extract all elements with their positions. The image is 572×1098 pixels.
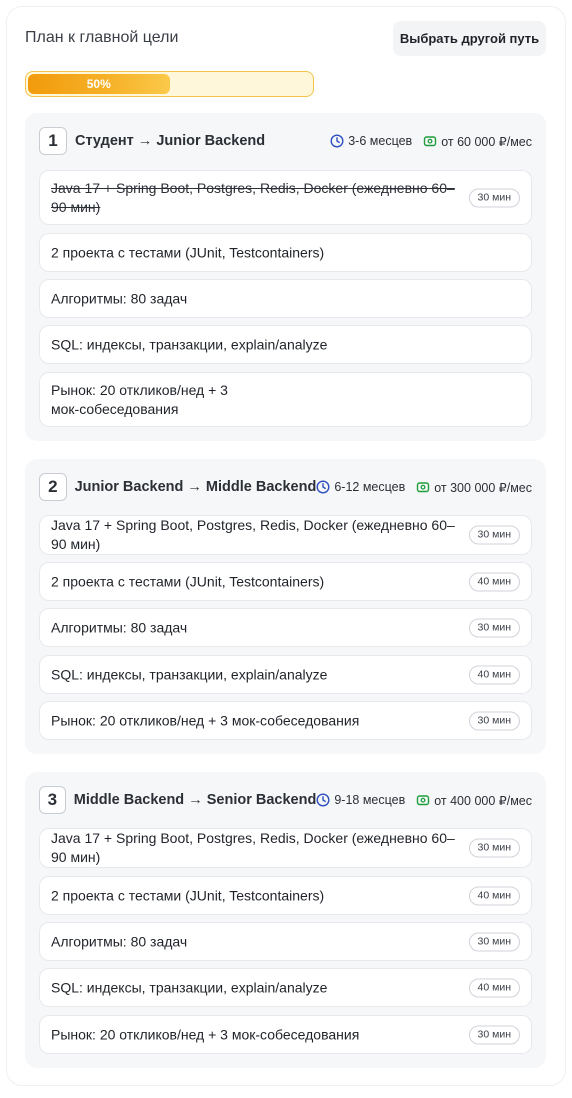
stage-title: Junior Backend → Middle Backend: [74, 479, 317, 495]
task-time-badge: 40 мин: [468, 978, 520, 997]
task-text: Java 17 + Spring Boot, Postgres, Redis, …: [51, 830, 455, 865]
choose-other-path-button[interactable]: Выбрать другой путь: [393, 21, 546, 56]
clock-icon: [316, 793, 330, 807]
stage-salary: от 400 000 ₽/мес: [434, 793, 532, 808]
stage-header: 1 Студент → Junior Backend 3-6 месцев от…: [39, 127, 532, 155]
task-text: Рынок: 20 откликов/нед + 3 мок-собеседов…: [51, 381, 228, 417]
task-time-badge: 40 мин: [468, 665, 520, 684]
task-item[interactable]: Java 17 + Spring Boot, Postgres, Redis, …: [39, 828, 532, 868]
task-item[interactable]: Рынок: 20 откликов/нед + 3 мок-собеседов…: [39, 701, 532, 740]
stage-title: Middle Backend → Senior Backend: [73, 792, 317, 808]
task-item[interactable]: SQL: индексы, транзакции, explain/analyz…: [39, 655, 532, 694]
task-item[interactable]: Рынок: 20 откликов/нед + 3 мок-собеседов…: [39, 1015, 532, 1054]
stage-duration: 3-6 месцев: [348, 134, 413, 148]
task-item[interactable]: Алгоритмы: 80 задач 30 мин: [39, 922, 532, 961]
stage-duration: 6-12 месцев: [334, 480, 406, 494]
stage-title: Студент → Junior Backend: [75, 133, 266, 149]
task-time-badge: 30 мин: [468, 1025, 520, 1044]
task-text: Алгоритмы: 80 задач: [51, 619, 188, 635]
stage-meta: 3-6 месцев от 60 000 ₽/мес: [330, 134, 532, 149]
task-text: 2 проекта с тестами (JUnit, Testcontaine…: [51, 573, 325, 589]
task-text: Алгоритмы: 80 задач: [51, 290, 188, 306]
stage-salary: от 300 000 ₽/мес: [434, 480, 532, 495]
stage-salary: от 60 000 ₽/мес: [441, 134, 532, 149]
stage-header: 2 Junior Backend → Middle Backend 6-12 м…: [39, 473, 532, 501]
task-time-badge: 40 мин: [468, 572, 520, 591]
task-item[interactable]: SQL: индексы, транзакции, explain/analyz…: [39, 325, 532, 364]
task-text: 2 проекта с тестами (JUnit, Testcontaine…: [51, 887, 325, 903]
task-time-badge: 30 мин: [468, 711, 520, 730]
task-item[interactable]: Рынок: 20 откликов/нед + 3 мок-собеседов…: [39, 372, 532, 427]
task-text: SQL: индексы, транзакции, explain/analyz…: [51, 979, 328, 995]
stage-number: 3: [39, 786, 66, 814]
task-text: Java 17 + Spring Boot, Postgres, Redis, …: [51, 179, 455, 215]
money-icon: [423, 136, 437, 147]
task-text: Рынок: 20 откликов/нед + 3 мок-собеседов…: [51, 712, 360, 728]
task-time-badge: 40 мин: [468, 886, 520, 905]
task-time-badge: 30 мин: [468, 618, 520, 637]
task-item[interactable]: Java 17 + Spring Boot, Postgres, Redis, …: [39, 515, 532, 555]
task-text: SQL: индексы, транзакции, explain/analyz…: [51, 336, 328, 352]
task-item[interactable]: 2 проекта с тестами (JUnit, Testcontaine…: [39, 876, 532, 915]
money-icon: [417, 482, 430, 493]
task-item[interactable]: Алгоритмы: 80 задач 30 мин: [39, 608, 532, 647]
clock-icon: [316, 480, 330, 494]
task-item[interactable]: Алгоритмы: 80 задач: [39, 279, 532, 318]
stage-meta: 9-18 месцев от 400 000 ₽/мес: [316, 793, 532, 808]
task-item[interactable]: 2 проекта с тестами (JUnit, Testcontaine…: [39, 562, 532, 601]
stage-1: 1 Студент → Junior Backend 3-6 месцев от…: [25, 113, 546, 441]
stage-meta: 6-12 месцев от 300 000 ₽/мес: [316, 480, 532, 495]
stage-duration: 9-18 месцев: [334, 793, 406, 807]
task-time-badge: 30 мин: [468, 188, 520, 207]
task-text: Алгоритмы: 80 задач: [51, 933, 188, 949]
task-time-badge: 30 мин: [468, 525, 520, 545]
task-text: Java 17 + Spring Boot, Postgres, Redis, …: [51, 517, 455, 552]
task-time-badge: 30 мин: [468, 838, 520, 858]
stage-header: 3 Middle Backend → Senior Backend 9-18 м…: [39, 786, 532, 814]
stage-number: 2: [39, 473, 67, 501]
page-title: План к главной цели: [25, 29, 179, 46]
task-text: 2 проекта с тестами (JUnit, Testcontaine…: [51, 244, 325, 260]
progress-label: 50%: [86, 77, 111, 91]
task-item[interactable]: SQL: индексы, транзакции, explain/analyz…: [39, 968, 532, 1007]
clock-icon: [330, 134, 344, 148]
task-text: SQL: индексы, транзакции, explain/analyz…: [51, 666, 328, 682]
task-item[interactable]: 2 проекта с тестами (JUnit, Testcontaine…: [39, 233, 532, 272]
stage-3: 3 Middle Backend → Senior Backend 9-18 м…: [25, 772, 546, 1068]
stage-2: 2 Junior Backend → Middle Backend 6-12 м…: [25, 459, 546, 754]
task-text: Рынок: 20 откликов/нед + 3 мок-собеседов…: [51, 1026, 360, 1042]
task-time-badge: 30 мин: [468, 932, 520, 951]
stage-number: 1: [39, 127, 67, 155]
money-icon: [417, 795, 430, 806]
progress-bar: 50%: [25, 71, 314, 97]
task-item[interactable]: Java 17 + Spring Boot, Postgres, Redis, …: [39, 170, 532, 225]
